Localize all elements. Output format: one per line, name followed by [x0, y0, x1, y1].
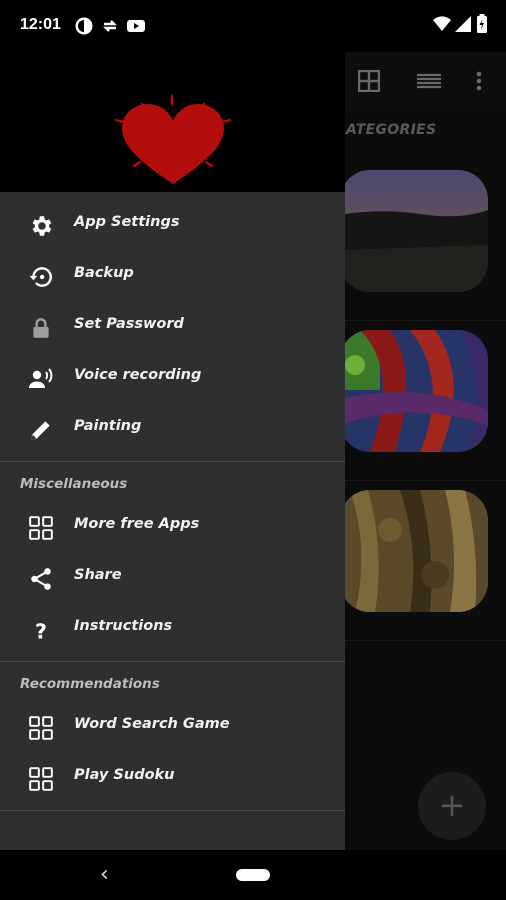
sync-icon — [103, 20, 117, 32]
backup-restore-icon — [29, 267, 52, 287]
add-fab-button[interactable]: + — [418, 772, 486, 840]
menu-label: Backup — [74, 265, 134, 281]
mobile-data-icon — [75, 17, 93, 35]
list-view-icon[interactable] — [416, 70, 442, 92]
menu-label: App Settings — [74, 214, 180, 230]
tree-bark-photo[interactable] — [340, 490, 488, 612]
sunset-field-photo[interactable] — [340, 170, 488, 292]
menu-item-app-settings[interactable]: App Settings — [0, 200, 345, 251]
section-header-miscellaneous: Miscellaneous — [0, 462, 345, 502]
menu-item-set-password[interactable]: Set Password — [0, 302, 345, 353]
heart-icon — [114, 94, 232, 184]
menu-label: Share — [74, 567, 122, 583]
youtube-icon — [127, 20, 145, 32]
section-label: Recommendations — [20, 676, 160, 692]
status-time: 12:01 — [20, 16, 61, 33]
drawer-header — [0, 52, 345, 192]
grid-view-icon[interactable] — [358, 70, 380, 92]
share-icon — [31, 568, 51, 590]
menu-item-more-free-apps[interactable]: More free Apps — [0, 502, 345, 553]
menu-item-backup[interactable]: Backup — [0, 251, 345, 302]
gear-icon — [32, 216, 52, 236]
divider — [0, 810, 345, 811]
pencil-icon — [31, 421, 50, 440]
menu-label: Painting — [74, 418, 142, 434]
categories-title: ATEGORIES — [346, 122, 437, 138]
question-icon: ? — [35, 620, 47, 643]
menu-label: More free Apps — [74, 516, 200, 532]
apps-grid-icon — [29, 767, 53, 791]
lock-icon — [33, 318, 49, 338]
more-vert-icon[interactable] — [474, 70, 484, 92]
apps-grid-icon — [29, 716, 53, 740]
menu-item-word-search-game[interactable]: Word Search Game — [0, 702, 345, 753]
graffiti-art-photo[interactable] — [340, 330, 488, 452]
menu-item-play-sudoku[interactable]: Play Sudoku — [0, 753, 345, 804]
cell-signal-icon — [455, 16, 471, 32]
status-bar: 12:01 — [0, 0, 506, 52]
menu-label: Voice recording — [74, 367, 202, 383]
menu-item-painting[interactable]: Painting — [0, 404, 345, 455]
menu-item-share[interactable]: Share — [0, 553, 345, 604]
apps-grid-icon — [29, 516, 53, 540]
home-pill-button[interactable] — [236, 869, 270, 881]
menu-label: Play Sudoku — [74, 767, 175, 783]
section-label: Miscellaneous — [20, 476, 128, 492]
battery-icon — [477, 14, 487, 33]
drawer-menu: App Settings Backup Set Password Voice r… — [0, 192, 345, 811]
menu-label: Instructions — [74, 618, 173, 634]
voice-icon — [29, 368, 53, 388]
menu-label: Word Search Game — [74, 716, 230, 732]
menu-label: Set Password — [74, 316, 184, 332]
navigation-drawer: App Settings Backup Set Password Voice r… — [0, 52, 345, 850]
menu-item-voice-recording[interactable]: Voice recording — [0, 353, 345, 404]
system-nav-bar: ‹ — [0, 850, 506, 900]
menu-item-instructions[interactable]: ? Instructions — [0, 604, 345, 655]
back-button[interactable]: ‹ — [100, 862, 109, 887]
wifi-icon — [433, 16, 451, 31]
svg-text:?: ? — [35, 620, 47, 643]
section-header-recommendations: Recommendations — [0, 662, 345, 702]
